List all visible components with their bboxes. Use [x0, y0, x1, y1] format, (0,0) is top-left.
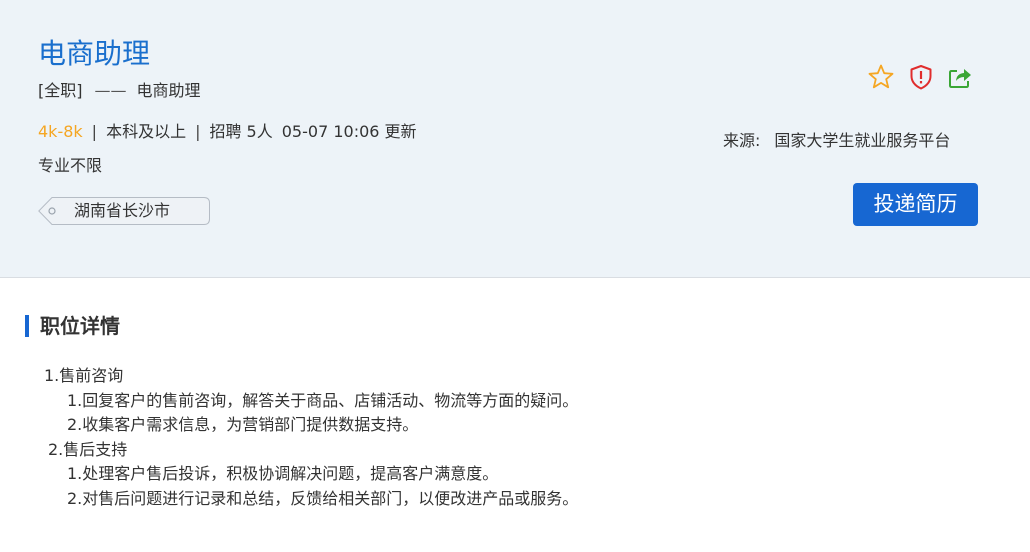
headcount: 招聘 5人 — [209, 122, 273, 141]
location-tag: 湖南省长沙市 — [38, 197, 210, 225]
location-text: 湖南省长沙市 — [74, 201, 171, 220]
description-line: 1.处理客户售后投诉，积极协调解决问题，提高客户满意度。 — [67, 464, 499, 483]
source-label: 来源: — [723, 131, 761, 150]
section-title: 职位详情 — [40, 314, 120, 338]
separator: | — [195, 122, 201, 141]
major-requirement: 专业不限 — [38, 156, 103, 175]
job-title: 电商助理 — [38, 37, 151, 70]
action-icons — [866, 62, 976, 92]
source-value: 国家大学生就业服务平台 — [774, 131, 951, 150]
section-accent-bar — [25, 315, 29, 337]
separator: | — [91, 122, 98, 141]
report-icon[interactable] — [906, 62, 936, 92]
education: 本科及以上 — [106, 122, 187, 141]
source-info: 来源: 国家大学生就业服务平台 — [723, 130, 950, 152]
description-line: 2.售后支持 — [48, 439, 128, 459]
description-line: 1.回复客户的售前咨询，解答关于商品、店铺活动、物流等方面的疑问。 — [67, 390, 579, 410]
description-line: 2.对售后问题进行记录和总结，反馈给相关部门，以便改进产品或服务。 — [67, 488, 579, 508]
job-category: 电商助理 — [136, 81, 201, 100]
share-icon[interactable] — [945, 62, 975, 92]
star-icon[interactable] — [866, 62, 896, 92]
job-type-row: [全职] —— 电商助理 — [38, 80, 201, 102]
job-header: 电商助理 [全职] —— 电商助理 4k-8k | 本科及以上 | 招聘 5人 05-07 1… — [0, 0, 1030, 278]
type-dash: —— — [94, 81, 127, 100]
job-type: [全职] — [38, 81, 83, 100]
apply-resume-button[interactable]: 投递简历 — [853, 183, 978, 226]
updated-time: 05-07 10:06 更新 — [281, 122, 417, 141]
description-line: 2.收集客户需求信息，为营销部门提供数据支持。 — [67, 415, 419, 434]
salary: 4k-8k — [38, 122, 83, 141]
job-info-row: 4k-8k | 本科及以上 | 招聘 5人 05-07 10:06 更新 — [38, 121, 417, 143]
description-line: 1.售前咨询 — [44, 366, 124, 385]
